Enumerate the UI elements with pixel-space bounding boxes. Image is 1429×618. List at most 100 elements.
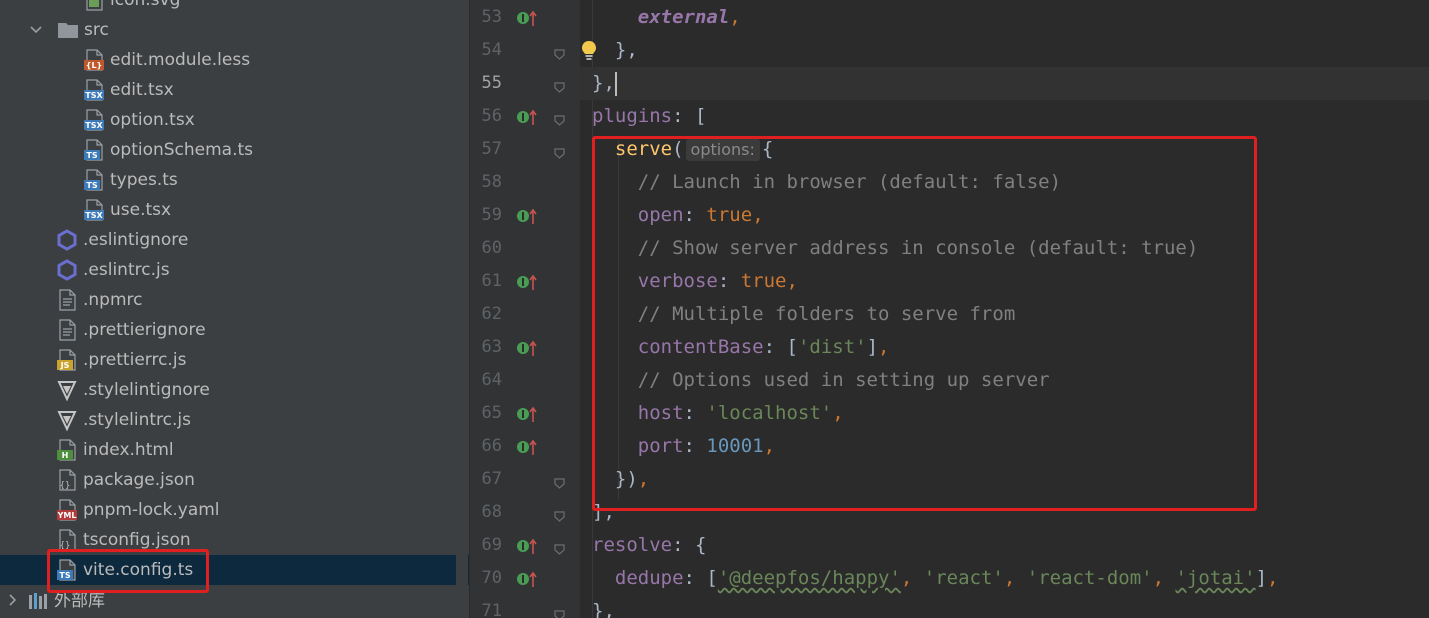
ts-file-icon: TS bbox=[82, 168, 106, 192]
code-token: plugins bbox=[592, 105, 673, 127]
tree-item[interactable]: JS .prettierrc.js bbox=[0, 345, 469, 375]
tsx-file-icon: TSX bbox=[82, 78, 106, 102]
tree-item[interactable]: TSX edit.tsx bbox=[0, 75, 469, 105]
implements-marker-icon[interactable] bbox=[516, 340, 537, 356]
line-number: 55 bbox=[481, 73, 502, 93]
gutter-row: 58 bbox=[470, 166, 580, 199]
svg-text:{L}: {L} bbox=[86, 61, 103, 70]
eslint-icon bbox=[55, 228, 79, 252]
gutter-row: 69 bbox=[470, 529, 580, 562]
tree-item-label: icon.svg bbox=[110, 0, 181, 10]
tree-item-label: index.html bbox=[83, 440, 174, 460]
gutter-row: 66 bbox=[470, 430, 580, 463]
line-number: 66 bbox=[481, 436, 502, 456]
code-token: : [ bbox=[672, 105, 707, 127]
code-token: }, bbox=[592, 39, 638, 61]
line-number: 67 bbox=[481, 469, 502, 489]
tree-item[interactable]: {} package.json bbox=[0, 465, 469, 495]
chevron-right-icon[interactable] bbox=[4, 593, 20, 609]
svg-text:JS: JS bbox=[60, 361, 70, 370]
tree-item-label: .prettierrc.js bbox=[83, 350, 187, 370]
implements-marker-icon[interactable] bbox=[516, 538, 537, 554]
line-number: 62 bbox=[481, 304, 502, 324]
implements-marker-icon[interactable] bbox=[516, 439, 537, 455]
implements-marker-icon[interactable] bbox=[516, 274, 537, 290]
code-token: ] bbox=[1255, 567, 1268, 589]
gutter-row: 71 bbox=[470, 595, 580, 618]
implements-marker-icon[interactable] bbox=[516, 571, 537, 587]
tree-item[interactable]: TS optionSchema.ts bbox=[0, 135, 469, 165]
fold-marker-icon[interactable] bbox=[554, 78, 565, 93]
line-number: 58 bbox=[481, 172, 502, 192]
implements-marker-icon[interactable] bbox=[516, 208, 537, 224]
gutter-row: 56 bbox=[470, 100, 580, 133]
line-number: 56 bbox=[481, 106, 502, 126]
code-line[interactable]: dedupe: ['@deepfos/happy', 'react', 'rea… bbox=[592, 562, 1429, 595]
text-caret bbox=[614, 71, 617, 96]
svg-text:H: H bbox=[62, 451, 69, 460]
code-line[interactable]: }, bbox=[592, 595, 1429, 618]
tree-item[interactable]: .prettierignore bbox=[0, 315, 469, 345]
annotation-box-serve-block bbox=[592, 136, 1257, 511]
tree-item[interactable]: Hindex.html bbox=[0, 435, 469, 465]
code-token: , bbox=[1267, 567, 1279, 589]
code-line[interactable]: plugins: [ bbox=[592, 100, 1429, 133]
tree-item-label: use.tsx bbox=[110, 200, 172, 220]
code-token: 'react' bbox=[923, 567, 1004, 589]
tree-item[interactable]: {L} edit.module.less bbox=[0, 45, 469, 75]
svg-text:TSX: TSX bbox=[85, 211, 103, 220]
tree-item-label: .stylelintrc.js bbox=[83, 410, 192, 430]
tsx-file-icon: TSX bbox=[82, 198, 106, 222]
stylelint-icon bbox=[55, 378, 79, 402]
tree-item[interactable]: .npmrc bbox=[0, 285, 469, 315]
code-token: }, bbox=[592, 72, 615, 94]
code-token: , bbox=[1003, 567, 1027, 589]
svg-text:TS: TS bbox=[86, 151, 97, 160]
fold-marker-icon[interactable] bbox=[554, 144, 565, 159]
implements-marker-icon[interactable] bbox=[516, 406, 537, 422]
code-token: '@deepfos/happy' bbox=[717, 567, 901, 589]
tree-item[interactable]: .stylelintrc.js bbox=[0, 405, 469, 435]
ts-file-icon: TS bbox=[82, 138, 106, 162]
fold-marker-icon[interactable] bbox=[554, 507, 565, 522]
tree-item[interactable]: YML pnpm-lock.yaml bbox=[0, 495, 469, 525]
code-line[interactable]: external, bbox=[592, 1, 1429, 34]
tree-item[interactable]: TSX option.tsx bbox=[0, 105, 469, 135]
folder-icon bbox=[56, 18, 80, 42]
yaml-file-icon: YML bbox=[55, 498, 79, 522]
project-tree[interactable]: icon.svg src {L} edit.module.less TSX edit.… bbox=[0, 0, 469, 618]
code-token: external bbox=[637, 6, 730, 28]
fold-marker-icon[interactable] bbox=[554, 540, 565, 555]
line-number: 57 bbox=[481, 139, 502, 159]
code-line[interactable]: resolve: { bbox=[592, 529, 1429, 562]
fold-marker-icon[interactable] bbox=[554, 45, 565, 60]
text-file-icon bbox=[55, 288, 79, 312]
tree-item[interactable]: .stylelintignore bbox=[0, 375, 469, 405]
code-line[interactable]: }, bbox=[582, 34, 1429, 67]
line-number: 60 bbox=[481, 238, 502, 258]
tree-item[interactable]: TSX use.tsx bbox=[0, 195, 469, 225]
tree-item[interactable]: icon.svg bbox=[0, 0, 469, 15]
svg-text:TSX: TSX bbox=[85, 121, 103, 130]
tree-item[interactable]: .eslintrc.js bbox=[0, 255, 469, 285]
code-line[interactable]: }, bbox=[580, 67, 1429, 100]
library-icon bbox=[26, 589, 50, 613]
code-token: 'react-dom' bbox=[1026, 567, 1153, 589]
fold-marker-icon[interactable] bbox=[554, 474, 565, 489]
tree-item[interactable]: .eslintignore bbox=[0, 225, 469, 255]
line-number: 53 bbox=[481, 7, 502, 27]
chevron-down-icon[interactable] bbox=[28, 22, 44, 38]
implements-marker-icon[interactable] bbox=[516, 109, 537, 125]
lightbulb-icon[interactable] bbox=[580, 40, 598, 62]
code-token: 'jotai' bbox=[1175, 567, 1256, 589]
tree-item[interactable]: TS types.ts bbox=[0, 165, 469, 195]
implements-marker-icon[interactable] bbox=[516, 10, 537, 26]
tree-item[interactable]: src bbox=[0, 15, 469, 45]
project-tree-scrollbar[interactable] bbox=[456, 0, 468, 618]
svg-text:YML: YML bbox=[57, 511, 77, 520]
fold-marker-icon[interactable] bbox=[554, 111, 565, 126]
gutter-row: 54 bbox=[470, 34, 580, 67]
json-file-icon: {} bbox=[55, 468, 79, 492]
fold-marker-icon[interactable] bbox=[554, 606, 565, 618]
